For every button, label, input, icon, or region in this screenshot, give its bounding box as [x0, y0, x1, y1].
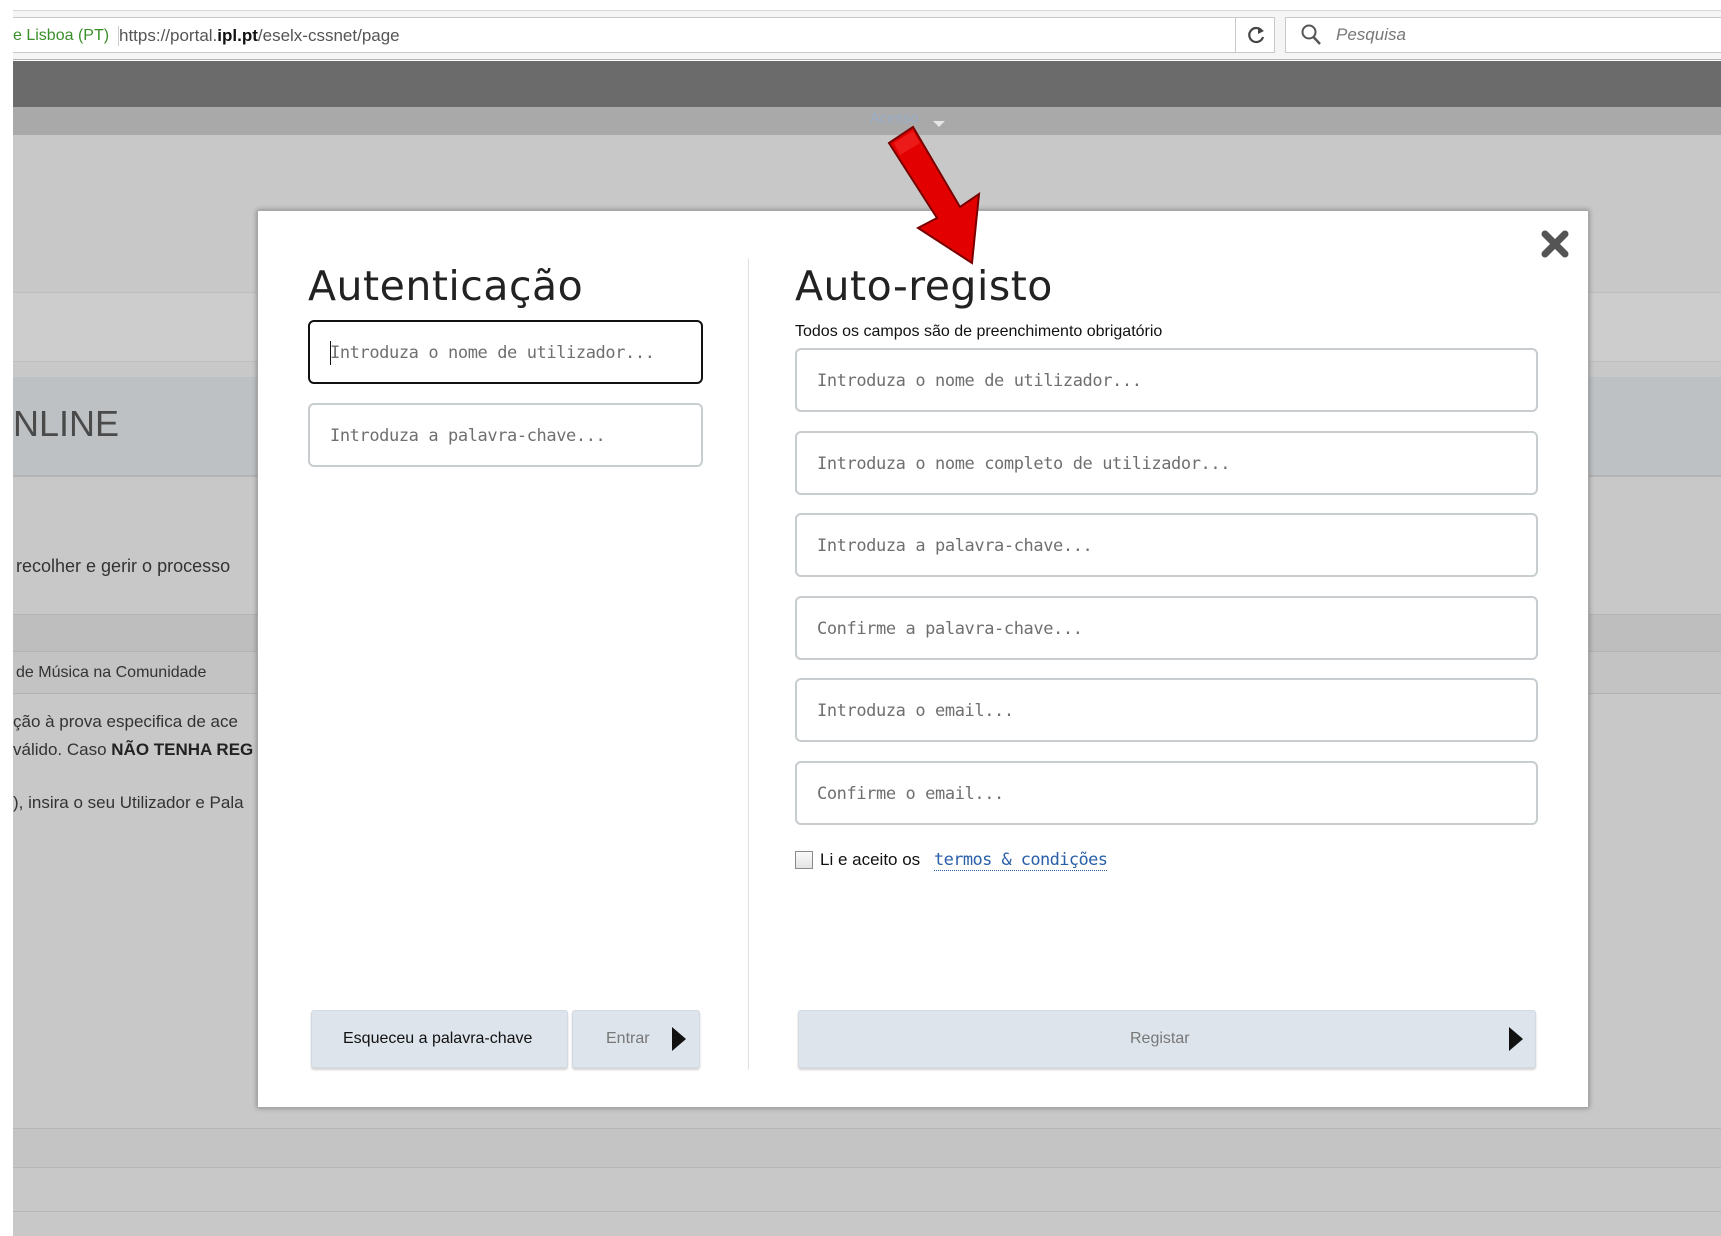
screenshot-root: { "browser": { "site_identity": "e Lisbo…: [0, 0, 1721, 1236]
register-password-input[interactable]: Introduza a palavra-chave...: [795, 513, 1538, 577]
button-label: Entrar: [606, 1030, 650, 1047]
input-placeholder: Introduza o nome de utilizador...: [330, 343, 655, 363]
page-text: válido. Caso NÃO TENHA REG: [13, 740, 254, 759]
button-label: Registar: [1130, 1030, 1190, 1047]
input-placeholder: Introduza o nome completo de utilizador.…: [817, 454, 1231, 474]
terms-checkbox[interactable]: [795, 851, 813, 869]
login-password-input[interactable]: Introduza a palavra-chave...: [308, 403, 703, 467]
page-band: [13, 1168, 1721, 1212]
page-text: recolher e gerir o processo: [16, 556, 231, 576]
modal-divider: [748, 258, 749, 1070]
page-section-title: NLINE: [13, 403, 120, 444]
register-confirm-email-input[interactable]: Confirme o email...: [795, 761, 1538, 825]
input-placeholder: Introduza o email...: [817, 701, 1014, 721]
address-bar[interactable]: e Lisboa (PT) https://portal.ipl.pt/esel…: [13, 17, 1275, 53]
register-confirm-password-input[interactable]: Confirme a palavra-chave...: [795, 596, 1538, 660]
browser-search-field[interactable]: Pesquisa: [1285, 17, 1721, 53]
page-band: [13, 1128, 1721, 1168]
play-icon: [1509, 1027, 1523, 1051]
play-icon: [672, 1027, 686, 1051]
input-placeholder: Introduza a palavra-chave...: [817, 536, 1093, 556]
site-identity[interactable]: e Lisboa (PT): [13, 26, 120, 46]
register-fullname-input[interactable]: Introduza o nome completo de utilizador.…: [795, 431, 1538, 495]
input-placeholder: Confirme o email...: [817, 784, 1004, 804]
close-icon[interactable]: [1539, 228, 1571, 260]
input-placeholder: Confirme a palavra-chave...: [817, 619, 1083, 639]
register-submit-button[interactable]: Registar: [798, 1010, 1536, 1068]
reload-icon[interactable]: [1235, 18, 1275, 52]
input-placeholder: Introduza o nome de utilizador...: [817, 371, 1142, 391]
terms-link[interactable]: termos & condições: [934, 850, 1108, 871]
annotation-arrow-icon: [887, 125, 981, 265]
site-header-band: [13, 61, 1721, 107]
terms-label: Li e aceito os: [820, 850, 921, 869]
button-label: Esqueceu a palavra-chave: [343, 1030, 533, 1047]
page-text: ção à prova especifica de ace: [13, 712, 238, 731]
site-nav-band: [13, 107, 1721, 135]
search-icon: [1301, 24, 1321, 45]
required-note: Todos os campos são de preenchimento obr…: [795, 323, 1163, 340]
login-title: Autenticação: [308, 262, 584, 310]
course-row-text: de Música na Comunidade: [16, 664, 207, 681]
login-submit-button[interactable]: Entrar: [572, 1010, 700, 1068]
login-username-input[interactable]: Introduza o nome de utilizador...: [308, 320, 703, 384]
page-text: ), insira o seu Utilizador e Pala: [13, 793, 244, 812]
register-username-input[interactable]: Introduza o nome de utilizador...: [795, 348, 1538, 412]
forgot-password-button[interactable]: Esqueceu a palavra-chave: [311, 1010, 568, 1068]
input-placeholder: Introduza a palavra-chave...: [330, 426, 606, 446]
browser-toolbar: e Lisboa (PT) https://portal.ipl.pt/esel…: [13, 10, 1721, 60]
register-email-input[interactable]: Introduza o email...: [795, 678, 1538, 742]
url-text[interactable]: https://portal.ipl.pt/eselx-cssnet/page: [119, 26, 400, 46]
search-placeholder: Pesquisa: [1336, 25, 1406, 44]
